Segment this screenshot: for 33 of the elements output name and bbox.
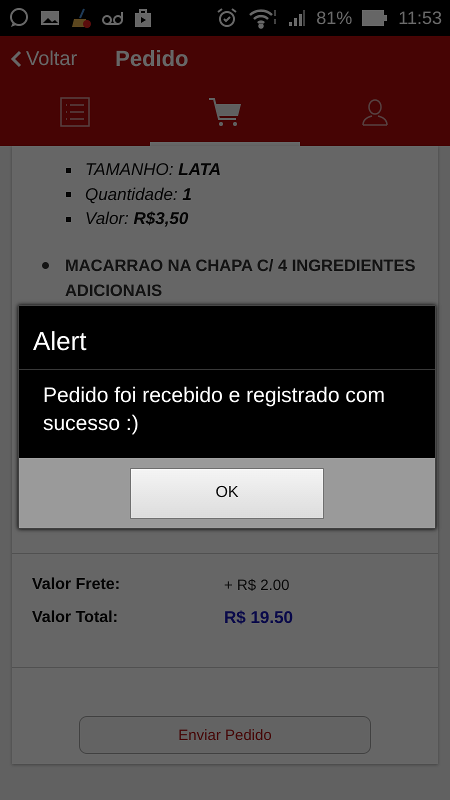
alarm-icon [216, 7, 238, 29]
total-label: Valor Frete: [32, 576, 122, 594]
total-label: Valor Total: [32, 609, 119, 627]
image-icon [40, 10, 60, 26]
battery-percentage: 81% [316, 8, 352, 28]
total-value: R$ 19.50 [224, 608, 294, 628]
back-link[interactable]: Voltar [10, 48, 78, 70]
chevron-left-icon [10, 50, 22, 68]
item-detail: Valor: R$3,50 [85, 209, 188, 230]
bullet-icon [66, 192, 71, 198]
item-detail: Quantidade: 1 [85, 184, 192, 205]
list-icon [59, 96, 91, 128]
person-icon [361, 98, 389, 126]
total-value: + R$ 2.00 [224, 576, 290, 594]
clock: 11:53 [398, 8, 442, 28]
voicemail-icon [102, 11, 124, 25]
page-title: Pedido [115, 46, 188, 72]
bullet-icon [66, 168, 71, 173]
send-order-button[interactable]: Enviar Pedido [79, 716, 371, 754]
shopping-bag-icon [134, 8, 152, 28]
bullet-icon [42, 262, 49, 268]
chat-icon [8, 7, 30, 29]
cart-icon [208, 96, 242, 128]
ok-button[interactable]: OK [130, 468, 324, 518]
bullet-icon [66, 216, 71, 222]
signal-icon [288, 9, 306, 27]
dialog-message: Pedido foi recebido e registrado com sucesso :) [42, 383, 386, 437]
broom-icon [70, 7, 92, 29]
dialog-title: Alert [19, 306, 435, 370]
order-item-name: MACARRAO NA CHAPA C/ 4 INGREDIENTES ADICIONAIS [65, 256, 416, 302]
item-detail: TAMANHO: LATA [85, 160, 221, 180]
battery-icon [362, 9, 388, 27]
wifi-icon [248, 7, 278, 29]
